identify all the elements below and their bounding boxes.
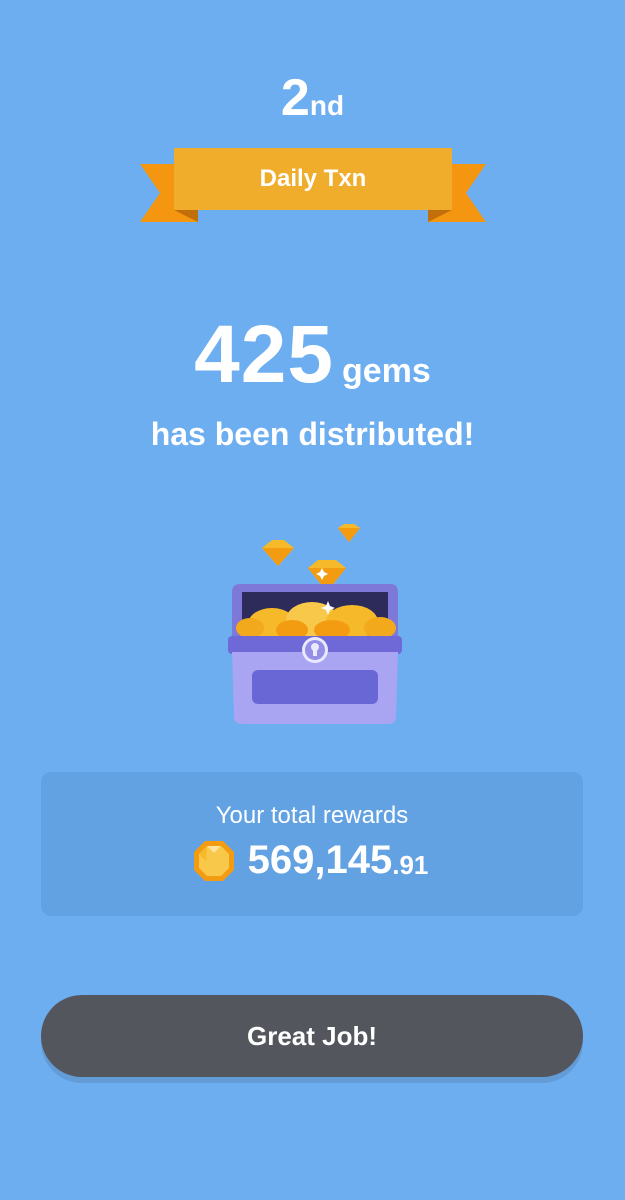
ribbon-label: Daily Txn xyxy=(259,165,367,192)
rank-number: 2 xyxy=(280,69,310,127)
rank-heading: 2nd xyxy=(0,72,625,124)
gems-amount: 425 gems xyxy=(0,308,625,402)
reward-screen: 2nd Daily Txn 425 gems has been distribut… xyxy=(0,0,625,1200)
treasure-chest-with-gems-icon xyxy=(220,520,410,730)
gems-amount-unit: gems xyxy=(342,352,431,390)
total-rewards-value: 569,145.91 xyxy=(41,838,583,883)
gem-icon xyxy=(338,524,360,542)
gems-amount-value: 425 xyxy=(194,309,334,400)
rank-suffix: nd xyxy=(309,90,345,121)
gem-icon xyxy=(262,540,294,566)
great-job-button[interactable]: Great Job! xyxy=(41,995,583,1077)
total-rewards-label: Your total rewards xyxy=(215,802,409,829)
gem-coin-icon xyxy=(193,840,234,881)
distribution-message: has been distributed! xyxy=(150,416,475,452)
ribbon-banner: Daily Txn xyxy=(136,140,490,232)
total-rewards-decimal: .91 xyxy=(392,850,429,880)
total-rewards-integer: 569,145 xyxy=(247,838,393,882)
total-rewards-card: Your total rewards 569,145.91 xyxy=(41,772,583,916)
